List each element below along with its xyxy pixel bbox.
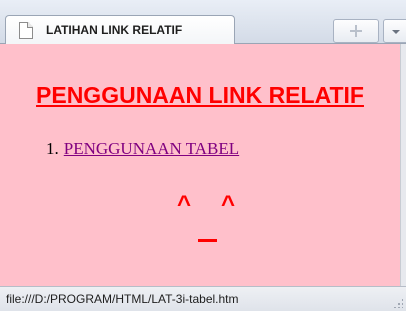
new-tab-button[interactable]	[333, 19, 379, 43]
tab-list-button[interactable]	[383, 19, 406, 43]
page-content: PENGGUNAAN LINK RELATIF 1. PENGGUNAAN TAB…	[0, 44, 400, 286]
chevron-down-icon	[392, 30, 400, 34]
left-eye: ^	[177, 191, 192, 218]
right-eye: ^	[221, 191, 236, 218]
page-heading: PENGGUNAAN LINK RELATIF	[36, 82, 364, 108]
tab-latihan-link-relatif[interactable]: LATIHAN LINK RELATIF	[5, 15, 235, 45]
mouth-line	[198, 239, 217, 242]
resize-grip-icon[interactable]	[393, 298, 403, 308]
link-penggunaan-tabel[interactable]: PENGGUNAAN TABEL	[64, 139, 239, 158]
link-list: 1. PENGGUNAAN TABEL	[46, 139, 239, 159]
status-bar: file:///D:/PROGRAM/HTML/LAT-3i-tabel.htm	[0, 286, 406, 311]
tab-title: LATIHAN LINK RELATIF	[46, 23, 183, 37]
vertical-scrollbar[interactable]	[400, 44, 406, 286]
tab-strip: LATIHAN LINK RELATIF	[0, 0, 406, 45]
plus-icon	[350, 25, 362, 37]
page-icon	[19, 22, 33, 39]
list-item-number: 1.	[46, 139, 59, 158]
status-url: file:///D:/PROGRAM/HTML/LAT-3i-tabel.htm	[6, 292, 239, 306]
smiley-emoticon: ^ ^	[175, 191, 255, 251]
